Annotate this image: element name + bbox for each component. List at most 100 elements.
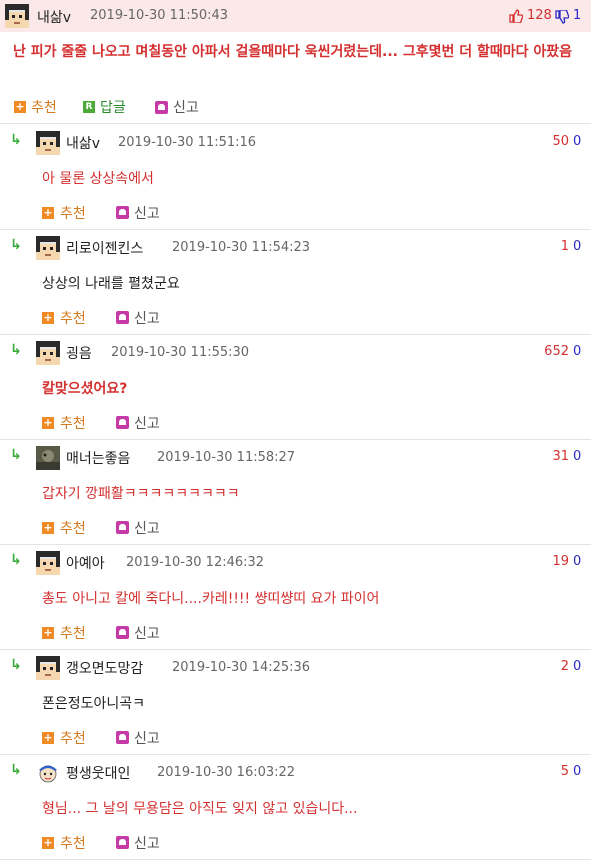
siren-icon[interactable] bbox=[116, 521, 129, 534]
comment-date: 2019-10-30 12:46:32 bbox=[126, 555, 265, 570]
upvote-count[interactable]: 1 bbox=[561, 239, 569, 254]
photo-avatar-icon[interactable] bbox=[36, 446, 60, 470]
downvote-count[interactable]: 0 bbox=[573, 239, 581, 254]
pixel-face-icon[interactable] bbox=[36, 236, 60, 260]
recommend-button[interactable]: 추천 bbox=[60, 728, 86, 748]
comment-text: 갑자기 깡패활ㅋㅋㅋㅋㅋㅋㅋㅋㅋ bbox=[42, 486, 240, 502]
report-button[interactable]: 신고 bbox=[134, 728, 160, 748]
main-comment-header: 내삶v 2019-10-30 11:50:43 128 1 bbox=[0, 0, 591, 32]
downvote-count[interactable]: 0 bbox=[573, 659, 581, 674]
nickname[interactable]: 굉음 bbox=[66, 343, 92, 363]
comment-date: 2019-10-30 11:51:16 bbox=[118, 135, 257, 150]
cartoon-avatar-icon[interactable] bbox=[36, 761, 60, 785]
reply-item: ↳ 내삶v 2019-10-30 11:51:16 50 0 아 물론 상상속에… bbox=[0, 124, 591, 230]
nickname[interactable]: 리로이젠킨스 bbox=[66, 238, 143, 258]
nickname[interactable]: 내삶v bbox=[37, 7, 71, 27]
comment-text: 형님... 그 날의 무용담은 아직도 잊지 않고 있습니다... bbox=[42, 801, 358, 817]
comment-text: 아 물론 상상속에서 bbox=[42, 171, 154, 187]
report-button[interactable]: 신고 bbox=[134, 203, 160, 223]
thumbs-down-icon[interactable] bbox=[555, 10, 569, 24]
report-button[interactable]: 신고 bbox=[134, 308, 160, 328]
reply-button[interactable]: 답글 bbox=[100, 97, 126, 117]
reply-arrow-icon: ↳ bbox=[10, 342, 22, 358]
comment-text: 칼맞으셨어요? bbox=[42, 381, 128, 397]
report-button[interactable]: 신고 bbox=[134, 413, 160, 433]
upvote-count[interactable]: 19 bbox=[552, 554, 569, 569]
main-comment: 내삶v 2019-10-30 11:50:43 128 1 난 피가 줄줄 나오… bbox=[0, 0, 591, 124]
siren-icon[interactable] bbox=[116, 416, 129, 429]
reply-arrow-icon: ↳ bbox=[10, 552, 22, 568]
recommend-button[interactable]: 추천 bbox=[60, 308, 86, 328]
siren-icon[interactable] bbox=[155, 101, 168, 114]
recommend-button[interactable]: 추천 bbox=[31, 97, 57, 117]
upvote-count[interactable]: 2 bbox=[561, 659, 569, 674]
nickname[interactable]: 내삶v bbox=[66, 133, 100, 153]
plus-icon[interactable]: + bbox=[42, 417, 54, 429]
siren-icon[interactable] bbox=[116, 311, 129, 324]
reply-arrow-icon: ↳ bbox=[10, 237, 22, 253]
downvote-count[interactable]: 0 bbox=[573, 449, 581, 464]
report-button[interactable]: 신고 bbox=[134, 623, 160, 643]
pixel-face-icon[interactable] bbox=[36, 551, 60, 575]
nickname[interactable]: 매너는좋음 bbox=[66, 448, 130, 468]
comment-text: 상상의 나래를 펼쳤군요 bbox=[42, 276, 180, 292]
comment-text: 총도 아니고 칼에 죽다니....카레!!!! 썅띠썅띠 요가 파이어 bbox=[42, 591, 380, 607]
siren-icon[interactable] bbox=[116, 206, 129, 219]
plus-icon[interactable]: + bbox=[42, 312, 54, 324]
report-button[interactable]: 신고 bbox=[134, 518, 160, 538]
plus-icon[interactable]: + bbox=[42, 837, 54, 849]
downvote-count[interactable]: 0 bbox=[573, 134, 581, 149]
reply-item: ↳ 갱오면도망감 2019-10-30 14:25:36 2 0 폰은정도아니곡… bbox=[0, 649, 591, 755]
downvote-count[interactable]: 0 bbox=[573, 764, 581, 779]
pixel-face-icon[interactable] bbox=[36, 131, 60, 155]
downvote-count[interactable]: 0 bbox=[573, 554, 581, 569]
pixel-face-icon[interactable] bbox=[36, 341, 60, 365]
plus-icon[interactable]: + bbox=[42, 732, 54, 744]
reply-item: ↳ 리로이젠킨스 2019-10-30 11:54:23 1 0 상상의 나래를… bbox=[0, 229, 591, 335]
recommend-button[interactable]: 추천 bbox=[60, 203, 86, 223]
report-button[interactable]: 신고 bbox=[173, 97, 199, 117]
plus-icon[interactable]: + bbox=[42, 627, 54, 639]
upvote-count[interactable]: 5 bbox=[561, 764, 569, 779]
siren-icon[interactable] bbox=[116, 836, 129, 849]
siren-icon[interactable] bbox=[116, 626, 129, 639]
comment-date: 2019-10-30 11:54:23 bbox=[172, 240, 311, 255]
comment-date: 2019-10-30 14:25:36 bbox=[172, 660, 311, 675]
recommend-button[interactable]: 추천 bbox=[60, 623, 86, 643]
reply-item: ↳ 굉음 2019-10-30 11:55:30 652 0 칼맞으셨어요? +… bbox=[0, 334, 591, 440]
upvote-count[interactable]: 50 bbox=[552, 134, 569, 149]
recommend-button[interactable]: 추천 bbox=[60, 518, 86, 538]
reply-arrow-icon: ↳ bbox=[10, 657, 22, 673]
recommend-button[interactable]: 추천 bbox=[60, 413, 86, 433]
plus-icon[interactable]: + bbox=[42, 522, 54, 534]
siren-icon[interactable] bbox=[116, 731, 129, 744]
reply-icon[interactable]: R bbox=[83, 101, 95, 113]
plus-icon[interactable]: + bbox=[14, 101, 26, 113]
comment-date: 2019-10-30 11:50:43 bbox=[90, 8, 229, 23]
reply-arrow-icon: ↳ bbox=[10, 132, 22, 148]
reply-item: ↳ 매너는좋음 2019-10-30 11:58:27 31 0 갑자기 깡패활… bbox=[0, 439, 591, 545]
upvote-count[interactable]: 652 bbox=[544, 344, 569, 359]
comment-date: 2019-10-30 11:58:27 bbox=[157, 450, 296, 465]
comment-text: 폰은정도아니곡ㅋ bbox=[42, 696, 146, 712]
reply-arrow-icon: ↳ bbox=[10, 447, 22, 463]
pixel-face-icon[interactable] bbox=[5, 4, 29, 28]
reply-item: ↳ 평생웃대인 2019-10-30 16:03:22 5 0 형님... 그 … bbox=[0, 754, 591, 860]
reply-item: ↳ 아예아 2019-10-30 12:46:32 19 0 총도 아니고 칼에… bbox=[0, 544, 591, 650]
reply-arrow-icon: ↳ bbox=[10, 762, 22, 778]
pixel-face-icon[interactable] bbox=[36, 656, 60, 680]
upvote-count[interactable]: 128 bbox=[527, 8, 552, 23]
nickname[interactable]: 갱오면도망감 bbox=[66, 658, 143, 678]
downvote-count[interactable]: 0 bbox=[573, 344, 581, 359]
comment-date: 2019-10-30 16:03:22 bbox=[157, 765, 296, 780]
thumbs-up-icon[interactable] bbox=[509, 9, 523, 23]
comment-date: 2019-10-30 11:55:30 bbox=[111, 345, 250, 360]
report-button[interactable]: 신고 bbox=[134, 833, 160, 853]
plus-icon[interactable]: + bbox=[42, 207, 54, 219]
comment-text: 난 피가 줄줄 나오고 며칠동안 아파서 걸을때마다 욱씬거렸는데... 그후몇… bbox=[13, 44, 573, 60]
upvote-count[interactable]: 31 bbox=[552, 449, 569, 464]
recommend-button[interactable]: 추천 bbox=[60, 833, 86, 853]
nickname[interactable]: 평생웃대인 bbox=[66, 763, 130, 783]
downvote-count[interactable]: 1 bbox=[573, 8, 581, 23]
nickname[interactable]: 아예아 bbox=[66, 553, 105, 573]
